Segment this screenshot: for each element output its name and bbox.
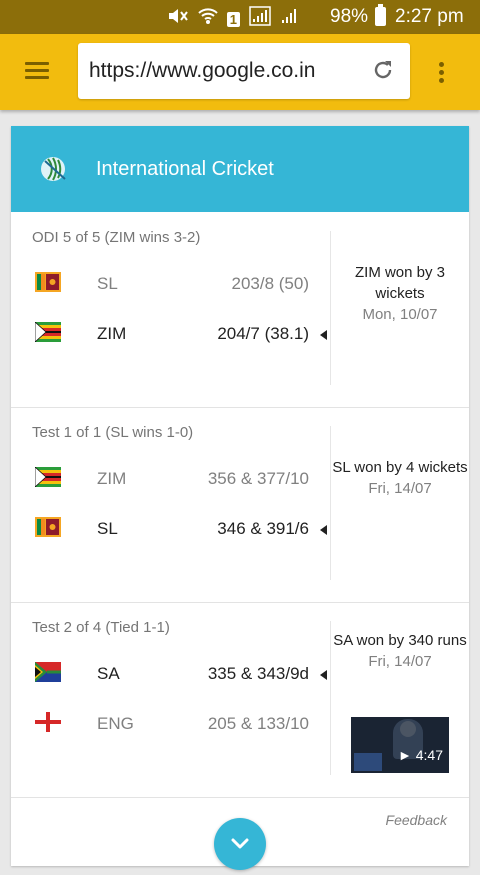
result-text: ZIM won by 3 wickets (354, 264, 446, 302)
team-row: SA 335 & 343/9d (11, 657, 331, 693)
channel-badge (354, 753, 382, 771)
match-result: ZIM won by 3 wickets Mon, 10/07 (331, 262, 469, 323)
sri-lanka-flag-icon (35, 517, 61, 537)
team-name: SA (97, 664, 120, 683)
match-result: SA won by 340 runs Fri, 14/07 (331, 630, 469, 670)
team-score: 203/8 (50) (231, 274, 310, 293)
result-text: SA won by 340 runs (333, 632, 467, 649)
highlights-video-thumbnail[interactable]: ► 4:47 (351, 717, 449, 773)
column-divider (330, 426, 331, 580)
wifi-icon (198, 6, 218, 32)
play-icon: ► (398, 747, 412, 763)
result-text: SL won by 4 wickets (332, 459, 468, 476)
team-name: ZIM (97, 469, 127, 488)
reload-icon[interactable] (370, 57, 396, 83)
browser-toolbar: https://www.google.co.in (0, 34, 480, 110)
series-label: Test 2 of 4 (Tied 1-1) (32, 619, 170, 636)
sim-icon: 1 (226, 11, 240, 27)
team-score: 346 & 391/6 (217, 519, 309, 538)
mute-icon (167, 6, 189, 32)
team-row: ENG 205 & 133/10 (11, 707, 331, 743)
signal-icon-2 (280, 6, 300, 32)
winner-indicator-icon (320, 525, 327, 535)
match-date: Mon, 10/07 (362, 306, 438, 323)
match-date: Fri, 14/07 (368, 653, 432, 670)
battery-icon (375, 4, 386, 26)
zimbabwe-flag-icon (35, 467, 61, 487)
series-label: ODI 5 of 5 (ZIM wins 3-2) (32, 229, 201, 246)
team-row: SL 346 & 391/6 (11, 512, 331, 548)
team-name: SL (97, 519, 118, 538)
more-options-icon[interactable] (438, 62, 446, 86)
card-header[interactable]: International Cricket (11, 126, 469, 212)
video-duration-text: 4:47 (415, 747, 443, 763)
team-score: 205 & 133/10 (207, 714, 309, 733)
match-card[interactable]: Test 2 of 4 (Tied 1-1) SA 335 & 343/9d E… (11, 603, 469, 798)
feedback-link[interactable]: Feedback (386, 812, 447, 828)
chevron-down-icon (231, 838, 249, 849)
clock: 2:27 pm (395, 6, 464, 27)
zimbabwe-flag-icon (35, 322, 61, 342)
match-result: SL won by 4 wickets Fri, 14/07 (331, 457, 469, 497)
status-bar: 1 98% 2:27 pm (0, 0, 480, 34)
winner-indicator-icon (320, 670, 327, 680)
status-icons: 1 (167, 6, 300, 32)
match-card[interactable]: Test 1 of 1 (SL wins 1-0) ZIM 356 & 377/… (11, 408, 469, 603)
team-score: 356 & 377/10 (207, 469, 309, 488)
series-label: Test 1 of 1 (SL wins 1-0) (32, 424, 194, 441)
team-row: SL 203/8 (50) (11, 267, 331, 303)
url-text[interactable]: https://www.google.co.in (89, 59, 315, 83)
sri-lanka-flag-icon (35, 272, 61, 292)
video-person-head (400, 721, 416, 737)
team-row: ZIM 356 & 377/10 (11, 462, 331, 498)
cricket-card: International Cricket ODI 5 of 5 (ZIM wi… (11, 126, 469, 870)
winner-indicator-icon (320, 330, 327, 340)
menu-icon[interactable] (25, 62, 49, 80)
team-name: ZIM (97, 324, 127, 343)
signal-icon (249, 6, 271, 32)
team-score: 335 & 343/9d (207, 664, 309, 683)
match-date: Fri, 14/07 (368, 480, 432, 497)
team-row: ZIM 204/7 (38.1) (11, 317, 331, 353)
team-name: SL (97, 274, 118, 293)
team-name: ENG (97, 714, 134, 733)
video-duration: ► 4:47 (398, 747, 443, 763)
team-score: 204/7 (38.1) (217, 324, 309, 343)
battery-percentage: 98% (330, 6, 369, 27)
cricket-ball-logo-icon (39, 155, 69, 183)
expand-button[interactable] (214, 818, 266, 870)
match-card[interactable]: ODI 5 of 5 (ZIM wins 3-2) SL 203/8 (50) … (11, 213, 469, 408)
address-bar[interactable]: https://www.google.co.in (78, 43, 410, 99)
england-flag-icon (35, 712, 61, 732)
south-africa-flag-icon (35, 662, 61, 682)
card-title: International Cricket (96, 158, 274, 180)
